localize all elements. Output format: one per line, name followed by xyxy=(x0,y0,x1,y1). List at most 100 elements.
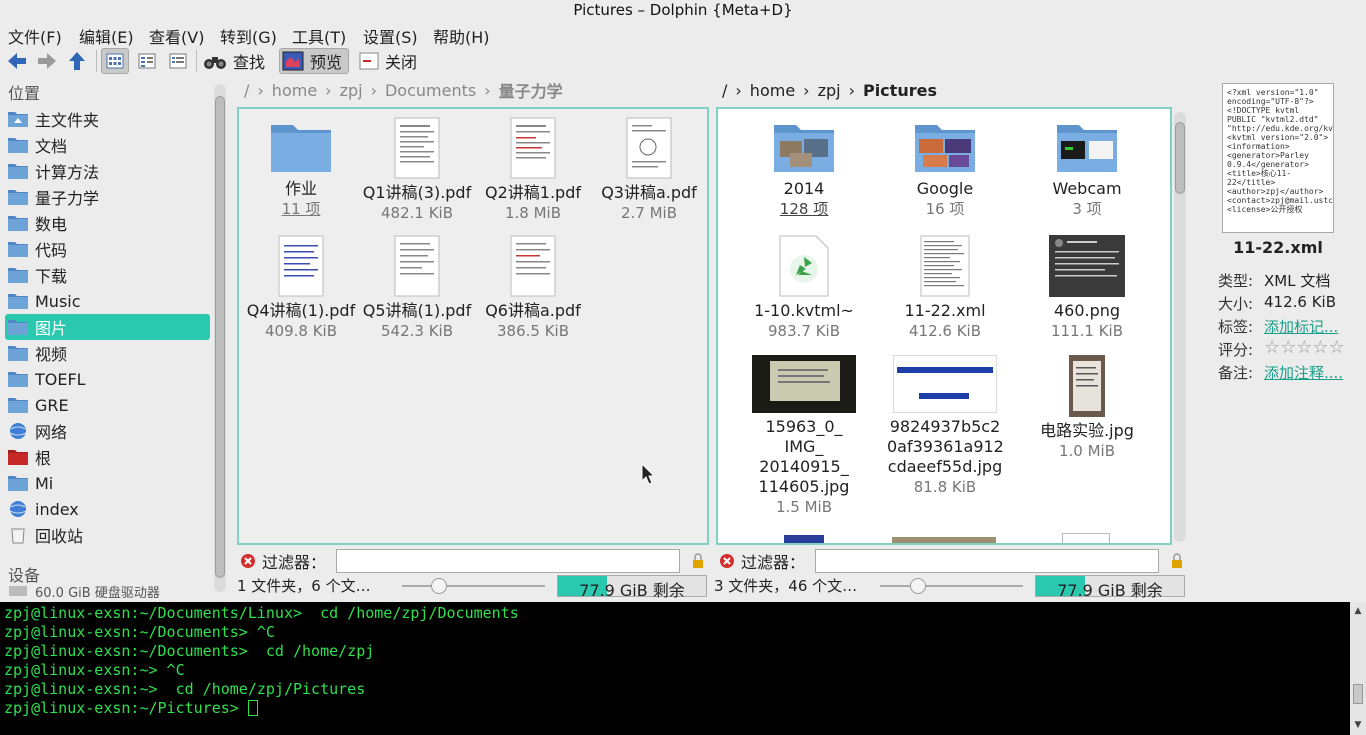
place-item[interactable]: 回收站 xyxy=(5,522,210,548)
crumb-root[interactable]: / xyxy=(244,81,249,100)
star-icon[interactable]: ☆ xyxy=(1329,337,1345,358)
partial-thumbnail xyxy=(784,535,824,543)
left-zoom-knob[interactable] xyxy=(431,578,447,594)
place-item[interactable]: Music xyxy=(5,288,210,314)
place-item[interactable]: 图片 xyxy=(5,314,210,340)
add-comment-link[interactable]: 添加注释.... xyxy=(1264,362,1343,383)
star-icon[interactable]: ☆ xyxy=(1280,337,1296,358)
place-item[interactable]: 网络 xyxy=(5,418,210,444)
menu-file[interactable]: 文件(F) xyxy=(8,24,62,48)
star-icon[interactable]: ☆ xyxy=(1264,337,1280,358)
right-scroll-thumb[interactable] xyxy=(1175,122,1185,194)
item-info: 111.1 KiB xyxy=(1050,322,1123,340)
forward-button[interactable] xyxy=(36,48,58,74)
lock-icon[interactable] xyxy=(692,553,704,569)
information-panel: <?xml version="1.0" encoding="UTF-8"?> <… xyxy=(1190,78,1366,598)
place-item[interactable]: 下载 xyxy=(5,262,210,288)
crumb-home[interactable]: home xyxy=(750,81,795,100)
menu-go[interactable]: 转到(G) xyxy=(220,24,277,48)
place-item[interactable]: 文档 xyxy=(5,132,210,158)
compact-view-button[interactable] xyxy=(134,48,160,74)
find-button[interactable]: 查找 xyxy=(203,48,265,74)
scroll-down-icon[interactable]: ▼ xyxy=(1353,720,1363,730)
clear-filter-icon[interactable] xyxy=(240,553,256,569)
place-label: 代码 xyxy=(35,241,68,260)
folder-item[interactable]: 作业 11 项 xyxy=(243,117,359,219)
star-icon[interactable]: ☆ xyxy=(1312,337,1328,358)
pdf-item[interactable]: Q6讲稿a.pdf 386.5 KiB xyxy=(475,235,591,341)
menu-help[interactable]: 帮助(H) xyxy=(433,24,490,48)
file-item[interactable]: 11-22.xml 412.6 KiB xyxy=(887,235,1003,341)
left-filter-input[interactable] xyxy=(336,549,681,573)
terminal-panel[interactable]: zpj@linux-exsn:~/Documents/Linux> cd /ho… xyxy=(0,602,1350,735)
icons-view-button[interactable] xyxy=(101,48,129,74)
file-item[interactable]: 15963_0_ IMG_ 20140915_ 114605.jpg 1.5 M… xyxy=(746,355,862,517)
right-zoom-knob[interactable] xyxy=(910,578,926,594)
right-zoom-slider[interactable] xyxy=(880,585,1023,587)
pdf-item[interactable]: Q3讲稿a.pdf 2.7 MiB xyxy=(591,117,707,223)
filter-label: 过滤器： xyxy=(741,553,806,572)
menu-tools[interactable]: 工具(T) xyxy=(292,24,346,48)
place-item[interactable]: TOEFL xyxy=(5,366,210,392)
file-item[interactable]: 1-10.kvtml~ 983.7 KiB xyxy=(746,235,862,341)
menu-view[interactable]: 查看(V) xyxy=(149,24,204,48)
add-tags-link[interactable]: 添加标记... xyxy=(1264,316,1338,337)
file-item[interactable]: 电路实验.jpg 1.0 MiB xyxy=(1029,355,1145,461)
device-item[interactable]: 60.0 GiB 硬盘驱动器 xyxy=(5,584,210,598)
scroll-up-icon[interactable]: ▲ xyxy=(1353,606,1363,616)
lock-icon[interactable] xyxy=(1171,553,1183,569)
folder-item[interactable]: Webcam 3 项 xyxy=(1029,117,1145,219)
info-key: 备注: xyxy=(1218,364,1254,382)
crumb-home[interactable]: home xyxy=(272,81,317,100)
crumb-zpj[interactable]: zpj xyxy=(818,81,841,100)
item-name: Q6讲稿a.pdf xyxy=(485,301,581,320)
item-info: 542.3 KiB xyxy=(380,322,453,340)
terminal-prompt-line[interactable]: zpj@linux-exsn:~/Pictures> xyxy=(4,699,1346,718)
crumb-current[interactable]: Pictures xyxy=(863,81,937,100)
pdf-item[interactable]: Q1讲稿(3).pdf 482.1 KiB xyxy=(359,117,475,223)
place-item[interactable]: Mi xyxy=(5,470,210,496)
clear-filter-icon[interactable] xyxy=(719,553,735,569)
root-icon xyxy=(8,450,28,465)
place-item[interactable]: 代码 xyxy=(5,236,210,262)
right-filter-input[interactable] xyxy=(815,549,1160,573)
place-item[interactable]: index xyxy=(5,496,210,522)
place-item[interactable]: 主文件夹 xyxy=(5,106,210,132)
close-split-button[interactable]: 关闭 xyxy=(359,48,417,74)
back-button[interactable] xyxy=(6,48,28,74)
file-item[interactable]: 9824937b5c2 0af39361a912 cdaeef55d.jpg 8… xyxy=(887,355,1004,497)
place-item[interactable]: 量子力学 xyxy=(5,184,210,210)
star-icon[interactable]: ☆ xyxy=(1296,337,1312,358)
up-button[interactable] xyxy=(66,48,88,74)
terminal-scroll-thumb[interactable] xyxy=(1353,684,1363,704)
terminal-scrollbar[interactable]: ▲ ▼ xyxy=(1350,602,1366,735)
left-filter-bar: 过滤器： xyxy=(240,548,704,574)
place-label: 根 xyxy=(35,449,52,468)
pdf-item[interactable]: Q5讲稿(1).pdf 542.3 KiB xyxy=(359,235,475,341)
folder-item[interactable]: 2014 128 项 xyxy=(746,117,862,219)
preview-button[interactable]: 预览 xyxy=(279,48,350,74)
item-info: 1.8 MiB xyxy=(504,204,562,222)
place-item[interactable]: 视频 xyxy=(5,340,210,366)
left-zoom-slider[interactable] xyxy=(402,585,545,587)
file-item[interactable]: 460.png 111.1 KiB xyxy=(1029,235,1145,341)
place-item[interactable]: 计算方法 xyxy=(5,158,210,184)
left-file-view[interactable]: 作业 11 项 Q1讲稿(3).pdf 482.1 KiB Q2讲稿1.pdf … xyxy=(237,107,709,545)
pdf-item[interactable]: Q2讲稿1.pdf 1.8 MiB xyxy=(475,117,591,223)
pdf-item[interactable]: Q4讲稿(1).pdf 409.8 KiB xyxy=(243,235,359,341)
menu-edit[interactable]: 编辑(E) xyxy=(79,24,134,48)
menu-settings[interactable]: 设置(S) xyxy=(363,24,418,48)
crumb-root[interactable]: / xyxy=(722,81,727,100)
details-view-button[interactable] xyxy=(165,48,191,74)
right-file-view[interactable]: 2014 128 项 Google 16 项 Webcam 3 项 1-10.k… xyxy=(716,107,1172,545)
place-item[interactable]: GRE xyxy=(5,392,210,418)
places-scroll-thumb[interactable] xyxy=(215,96,225,578)
place-item[interactable]: 数电 xyxy=(5,210,210,236)
place-item[interactable]: 根 xyxy=(5,444,210,470)
crumb-documents[interactable]: Documents xyxy=(385,81,476,100)
crumb-zpj[interactable]: zpj xyxy=(340,81,363,100)
rating-stars[interactable]: ☆☆☆☆☆ xyxy=(1264,339,1345,360)
item-info: 482.1 KiB xyxy=(380,204,453,222)
folder-item[interactable]: Google 16 项 xyxy=(887,117,1003,219)
crumb-current[interactable]: 量子力学 xyxy=(499,78,563,102)
